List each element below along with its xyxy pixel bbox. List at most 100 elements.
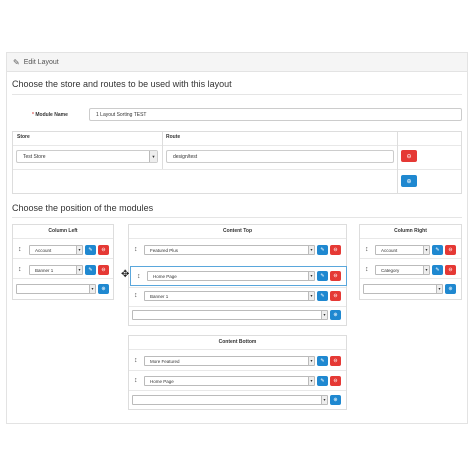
row-separator [13,278,113,279]
row-separator [129,370,346,371]
minus-circle-icon: ⊖ [333,378,338,384]
edit-module-button[interactable]: ✎ [317,356,328,366]
column-separator [397,132,398,193]
section-store-routes-title: Choose the store and routes to be used w… [12,79,232,89]
caret-down-icon: ▼ [321,311,327,319]
module-select-value: More Featured [150,358,180,364]
drag-handle-icon[interactable]: ↕ [365,246,369,253]
add-module-button[interactable]: ⊕ [98,284,109,294]
module-select-value: Home Page [150,378,174,384]
row-separator [360,258,461,259]
pencil-icon: ✎ [88,267,93,273]
row-separator [129,287,346,288]
section-positions-title: Choose the position of the modules [12,203,154,213]
add-module-select[interactable]: ▼ [363,284,443,294]
panel-heading: ✎ Edit Layout [7,53,467,72]
module-select[interactable]: Banner 1 ▼ [29,265,83,275]
minus-circle-icon: ⊖ [448,247,453,253]
caret-down-icon: ▼ [149,151,157,162]
remove-module-button[interactable]: ⊖ [98,265,109,275]
drag-handle-icon[interactable]: ↕ [134,292,138,299]
add-module-select[interactable]: ▼ [132,310,328,320]
module-select-value: Account [35,247,52,253]
pencil-icon: ✎ [88,247,93,253]
module-name-label-text: Module Name [35,112,68,118]
module-name-label: * Module Name [32,112,68,118]
module-select[interactable]: Category ▼ [375,265,430,275]
column-left-title: Column Left [48,228,78,234]
remove-module-button[interactable]: ⊖ [330,376,341,386]
caret-down-icon: ▼ [308,292,314,300]
minus-circle-icon: ⊖ [101,247,106,253]
module-select-value: Banner 1 [35,267,54,273]
minus-circle-icon: ⊖ [333,247,338,253]
drag-handle-icon[interactable]: ↕ [134,357,138,364]
plus-circle-icon: ⊕ [406,178,412,185]
remove-module-button[interactable]: ⊖ [330,291,341,301]
route-column-header: Route [166,134,181,140]
pencil-icon: ✎ [320,293,325,299]
drag-handle-icon[interactable]: ↕ [134,377,138,384]
panel-title: Edit Layout [23,58,59,66]
store-select[interactable]: Test Store ▼ [16,150,158,163]
module-select-value: Category [381,267,400,273]
add-module-select[interactable]: ▼ [132,395,328,405]
caret-down-icon: ▼ [308,377,314,385]
remove-module-button[interactable]: ⊖ [330,356,341,366]
plus-circle-icon: ⊕ [333,312,338,318]
minus-circle-icon: ⊖ [333,358,338,364]
module-select-value: Banner 1 [150,293,169,299]
module-select[interactable]: More Featured ▼ [144,356,315,366]
add-module-button[interactable]: ⊕ [330,395,341,405]
minus-circle-icon: ⊖ [333,273,338,279]
route-input[interactable]: design/test [166,150,394,163]
content-bottom-title: Content Bottom [218,339,257,345]
store-select-value: Test Store [23,153,46,160]
row-separator [360,278,461,279]
module-select-value: Account [381,247,398,253]
edit-module-button[interactable]: ✎ [85,245,96,255]
add-route-button[interactable]: ⊕ [401,175,417,187]
remove-module-button[interactable]: ⊖ [330,245,341,255]
remove-route-button[interactable]: ⊖ [401,150,417,162]
module-select[interactable]: Featured Plus ▼ [144,245,315,255]
minus-circle-icon: ⊖ [101,267,106,273]
module-name-input[interactable]: 1 Layout Sorting TEST [89,108,462,121]
edit-module-button[interactable]: ✎ [432,245,443,255]
edit-module-button[interactable]: ✎ [317,376,328,386]
module-select[interactable]: Account ▼ [375,245,430,255]
edit-module-button[interactable]: ✎ [432,265,443,275]
caret-down-icon: ▼ [436,285,442,293]
remove-module-button[interactable]: ⊖ [98,245,109,255]
add-module-select[interactable]: ▼ [16,284,96,294]
edit-module-button[interactable]: ✎ [85,265,96,275]
pencil-icon: ✎ [435,267,440,273]
drag-handle-icon[interactable]: ↕ [134,246,138,253]
pencil-icon: ✎ [320,358,325,364]
box-header-separator [360,238,461,239]
edit-module-button[interactable]: ✎ [317,245,328,255]
caret-down-icon: ▼ [76,246,82,254]
table-header-separator [13,145,461,146]
box-header-separator [129,238,346,239]
edit-module-button[interactable]: ✎ [317,291,328,301]
add-module-button[interactable]: ⊕ [330,310,341,320]
remove-module-button[interactable]: ⊖ [330,271,341,281]
module-select[interactable]: Home Page ▼ [144,376,315,386]
row-separator [129,306,346,307]
drag-handle-icon[interactable]: ↕ [365,266,369,273]
module-select[interactable]: Account ▼ [29,245,83,255]
drag-handle-icon[interactable]: ↕ [18,246,22,253]
drag-handle-icon[interactable]: ↕ [18,266,22,273]
remove-module-button[interactable]: ⊖ [445,265,456,275]
column-separator [162,132,163,169]
module-select[interactable]: Banner 1 ▼ [144,291,315,301]
plus-circle-icon: ⊕ [448,286,453,292]
add-module-button[interactable]: ⊕ [445,284,456,294]
module-select[interactable]: Home Page ▼ [147,271,315,281]
caret-down-icon: ▼ [308,272,314,280]
row-separator [13,258,113,259]
drag-handle-icon[interactable]: ↕ [137,273,141,280]
remove-module-button[interactable]: ⊖ [445,245,456,255]
edit-module-button[interactable]: ✎ [317,271,328,281]
